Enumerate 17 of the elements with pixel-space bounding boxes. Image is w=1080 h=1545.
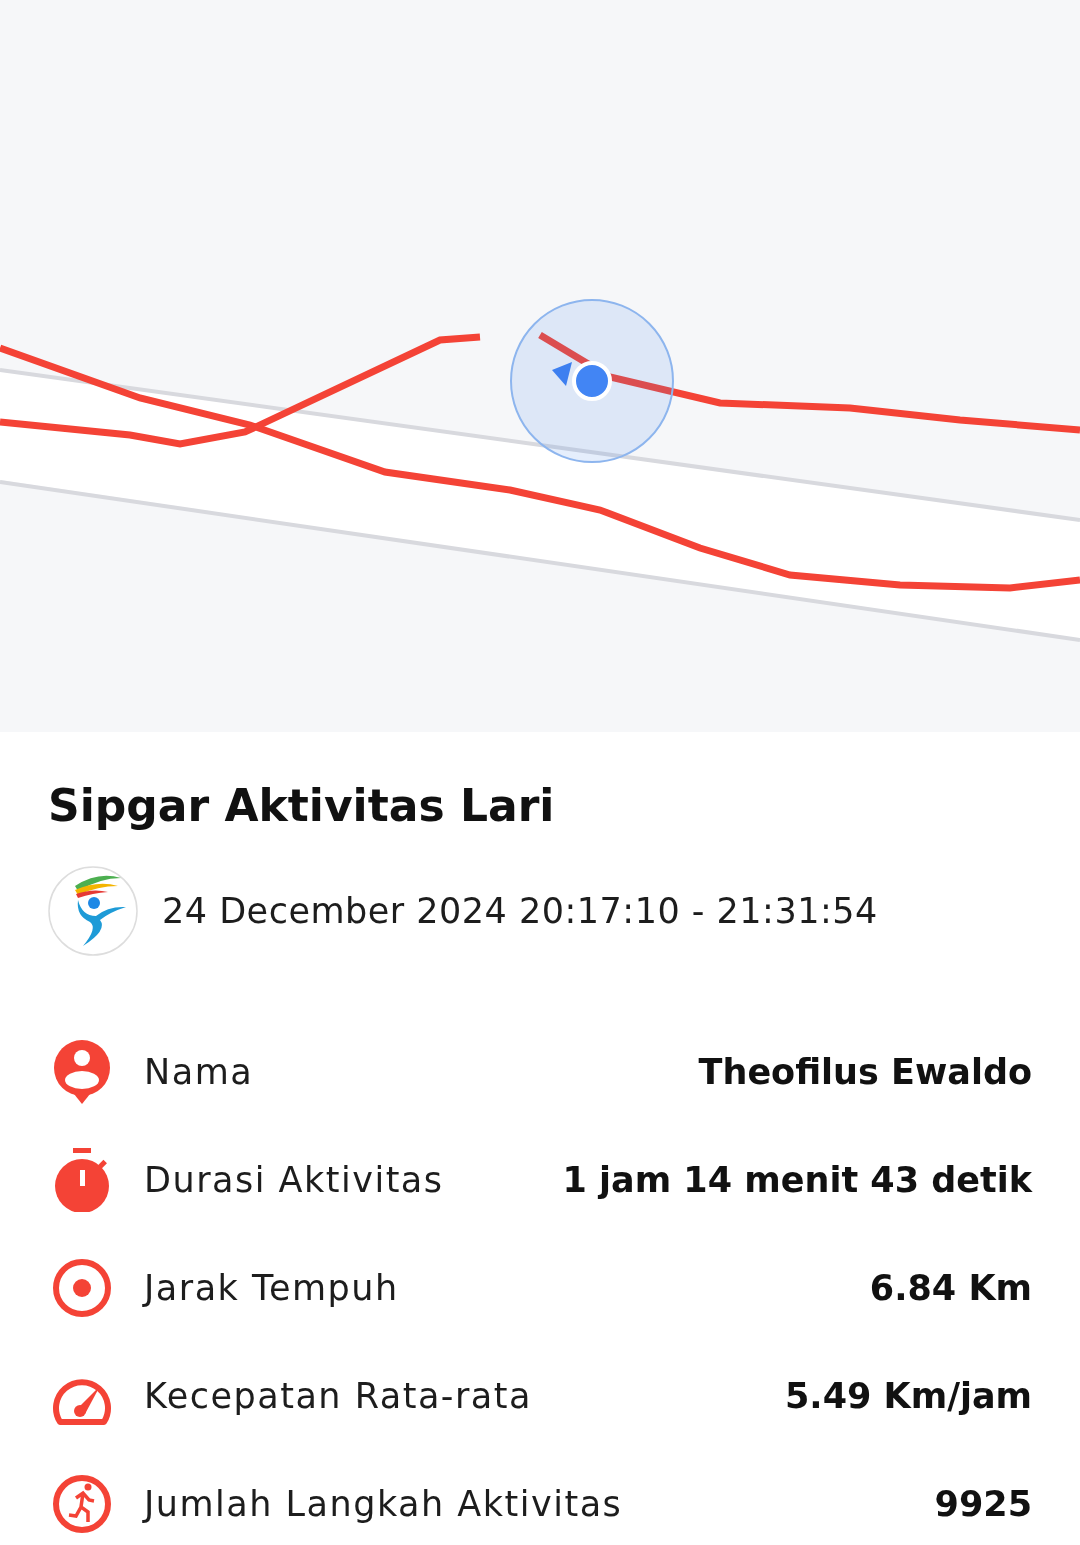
stat-label: Kecepatan Rata-rata — [144, 1376, 532, 1416]
stat-label: Jumlah Langkah Aktivitas — [144, 1484, 623, 1524]
activity-date: 24 December 2024 20:17:10 - 21:31:54 — [162, 891, 878, 931]
stat-value: 9925 — [934, 1484, 1032, 1524]
person-pin-icon — [52, 1040, 112, 1104]
logo-icon — [48, 866, 138, 956]
stat-value: Theofilus Ewaldo — [698, 1052, 1032, 1092]
stopwatch-icon — [52, 1148, 112, 1212]
stat-value: 5.49 Km/jam — [785, 1376, 1032, 1416]
stat-label: Durasi Aktivitas — [144, 1160, 444, 1200]
target-icon — [52, 1256, 112, 1320]
stat-value: 6.84 Km — [869, 1268, 1032, 1308]
stat-label: Nama — [144, 1052, 254, 1092]
activity-title: Sipgar Aktivitas Lari — [48, 779, 556, 833]
stat-label: Jarak Tempuh — [144, 1268, 399, 1308]
running-person-icon — [52, 1472, 112, 1536]
stat-value: 1 jam 14 menit 43 detik — [562, 1160, 1032, 1200]
